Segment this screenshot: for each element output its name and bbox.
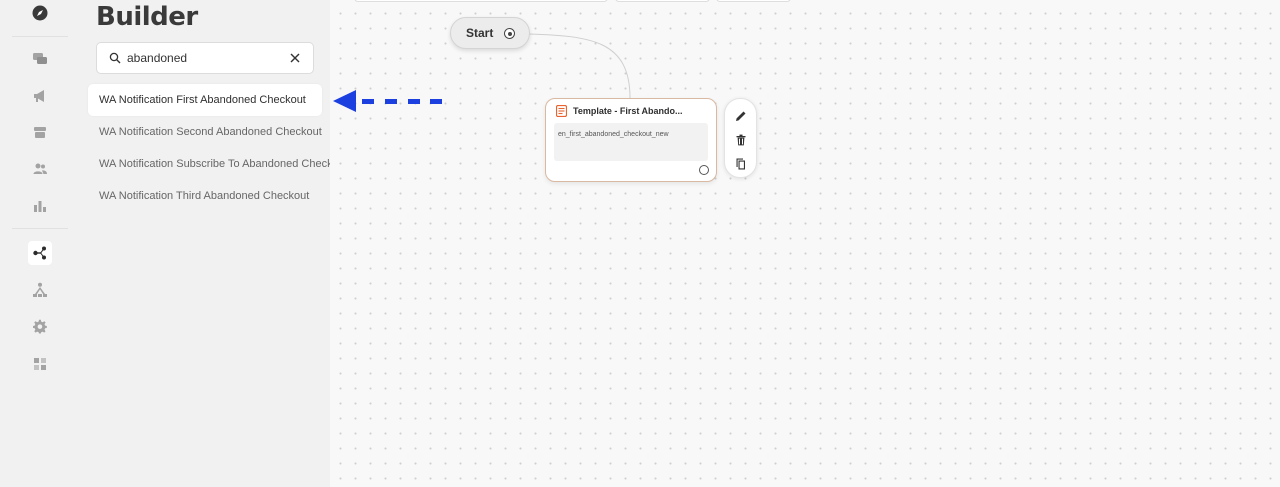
node-toolbar <box>724 98 757 178</box>
box-icon[interactable] <box>28 120 52 144</box>
clear-icon[interactable] <box>289 52 301 64</box>
chat-icon[interactable] <box>28 47 52 71</box>
template-icon <box>556 105 567 117</box>
template-node-content: en_first_abandoned_checkout_new <box>554 123 708 161</box>
page-title: Builder <box>96 2 198 32</box>
search-input[interactable] <box>127 51 277 65</box>
users-icon[interactable] <box>28 157 52 181</box>
bar-chart-icon[interactable] <box>28 194 52 218</box>
node-connector <box>528 33 631 99</box>
flow-canvas[interactable]: Start Template - First Abando... en_firs… <box>330 0 1280 487</box>
start-port[interactable] <box>504 28 515 39</box>
output-port[interactable] <box>699 165 709 175</box>
list-item-first-abandoned[interactable]: WA Notification First Abandoned Checkout <box>88 84 322 116</box>
template-node[interactable]: Template - First Abando... en_first_aban… <box>545 98 717 182</box>
start-node-label: Start <box>466 26 494 40</box>
search-box[interactable] <box>96 42 314 74</box>
icon-rail <box>0 0 80 487</box>
rail-divider <box>12 36 68 37</box>
list-item-subscribe-abandoned[interactable]: WA Notification Subscribe To Abandoned C… <box>88 148 330 180</box>
hierarchy-icon[interactable] <box>28 278 52 302</box>
edit-icon[interactable] <box>735 109 747 121</box>
rail-divider <box>12 228 68 229</box>
megaphone-icon[interactable] <box>28 84 52 108</box>
flow-icon[interactable] <box>28 241 52 265</box>
search-icon <box>109 52 121 64</box>
compass-icon[interactable] <box>28 1 52 25</box>
copy-icon[interactable] <box>735 157 747 170</box>
list-item-second-abandoned[interactable]: WA Notification Second Abandoned Checkou… <box>88 116 330 148</box>
annotation-arrow-icon <box>333 90 442 112</box>
list-item-third-abandoned[interactable]: WA Notification Third Abandoned Checkout <box>88 180 330 212</box>
template-node-title: Template - First Abando... <box>573 106 683 116</box>
start-node[interactable]: Start <box>450 17 530 49</box>
grid-icon[interactable] <box>28 352 52 376</box>
gear-icon[interactable] <box>28 315 52 339</box>
trash-icon[interactable] <box>735 133 747 146</box>
builder-panel: Builder WA Notification First Abandoned … <box>80 0 330 487</box>
